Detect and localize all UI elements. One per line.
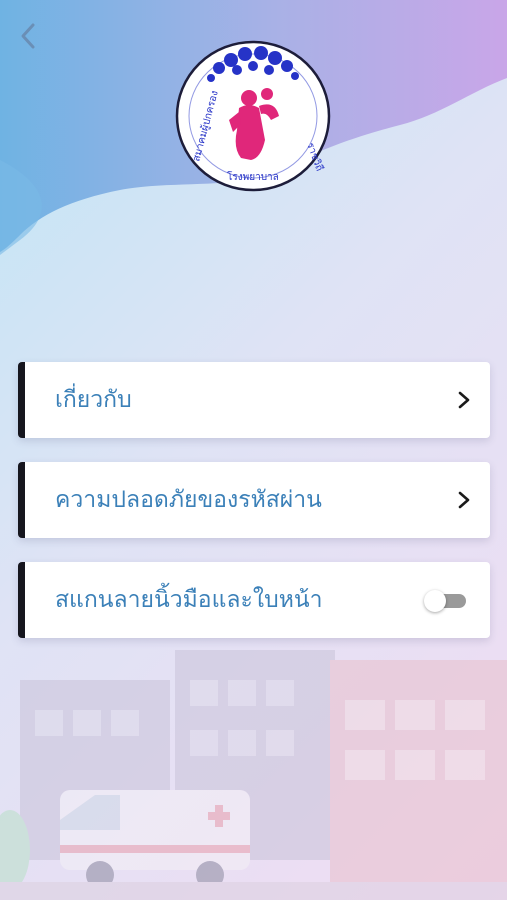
password-security-label: ความปลอดภัยของรหัสผ่าน (55, 487, 322, 513)
biometric-toggle[interactable] (424, 588, 468, 612)
password-security-menu-item[interactable]: ความปลอดภัยของรหัสผ่าน (18, 462, 490, 538)
hospital-background-illustration (0, 650, 507, 900)
about-menu-item[interactable]: เกี่ยวกับ (18, 362, 490, 438)
chevron-right-icon (458, 491, 470, 509)
biometric-label: สแกนลายนิ้วมือและใบหน้า (55, 587, 323, 613)
svg-text:โรงพยาบาล: โรงพยาบาล (227, 170, 279, 183)
association-logo: สมาคมผู้ปกครอง โรงพยาบาล ราชวิถี (175, 40, 331, 192)
chevron-left-icon (21, 23, 35, 49)
toggle-knob (424, 590, 446, 612)
biometric-menu-item: สแกนลายนิ้วมือและใบหน้า (18, 562, 490, 638)
chevron-right-icon (458, 391, 470, 409)
back-button[interactable] (14, 20, 44, 52)
about-label: เกี่ยวกับ (55, 387, 132, 413)
